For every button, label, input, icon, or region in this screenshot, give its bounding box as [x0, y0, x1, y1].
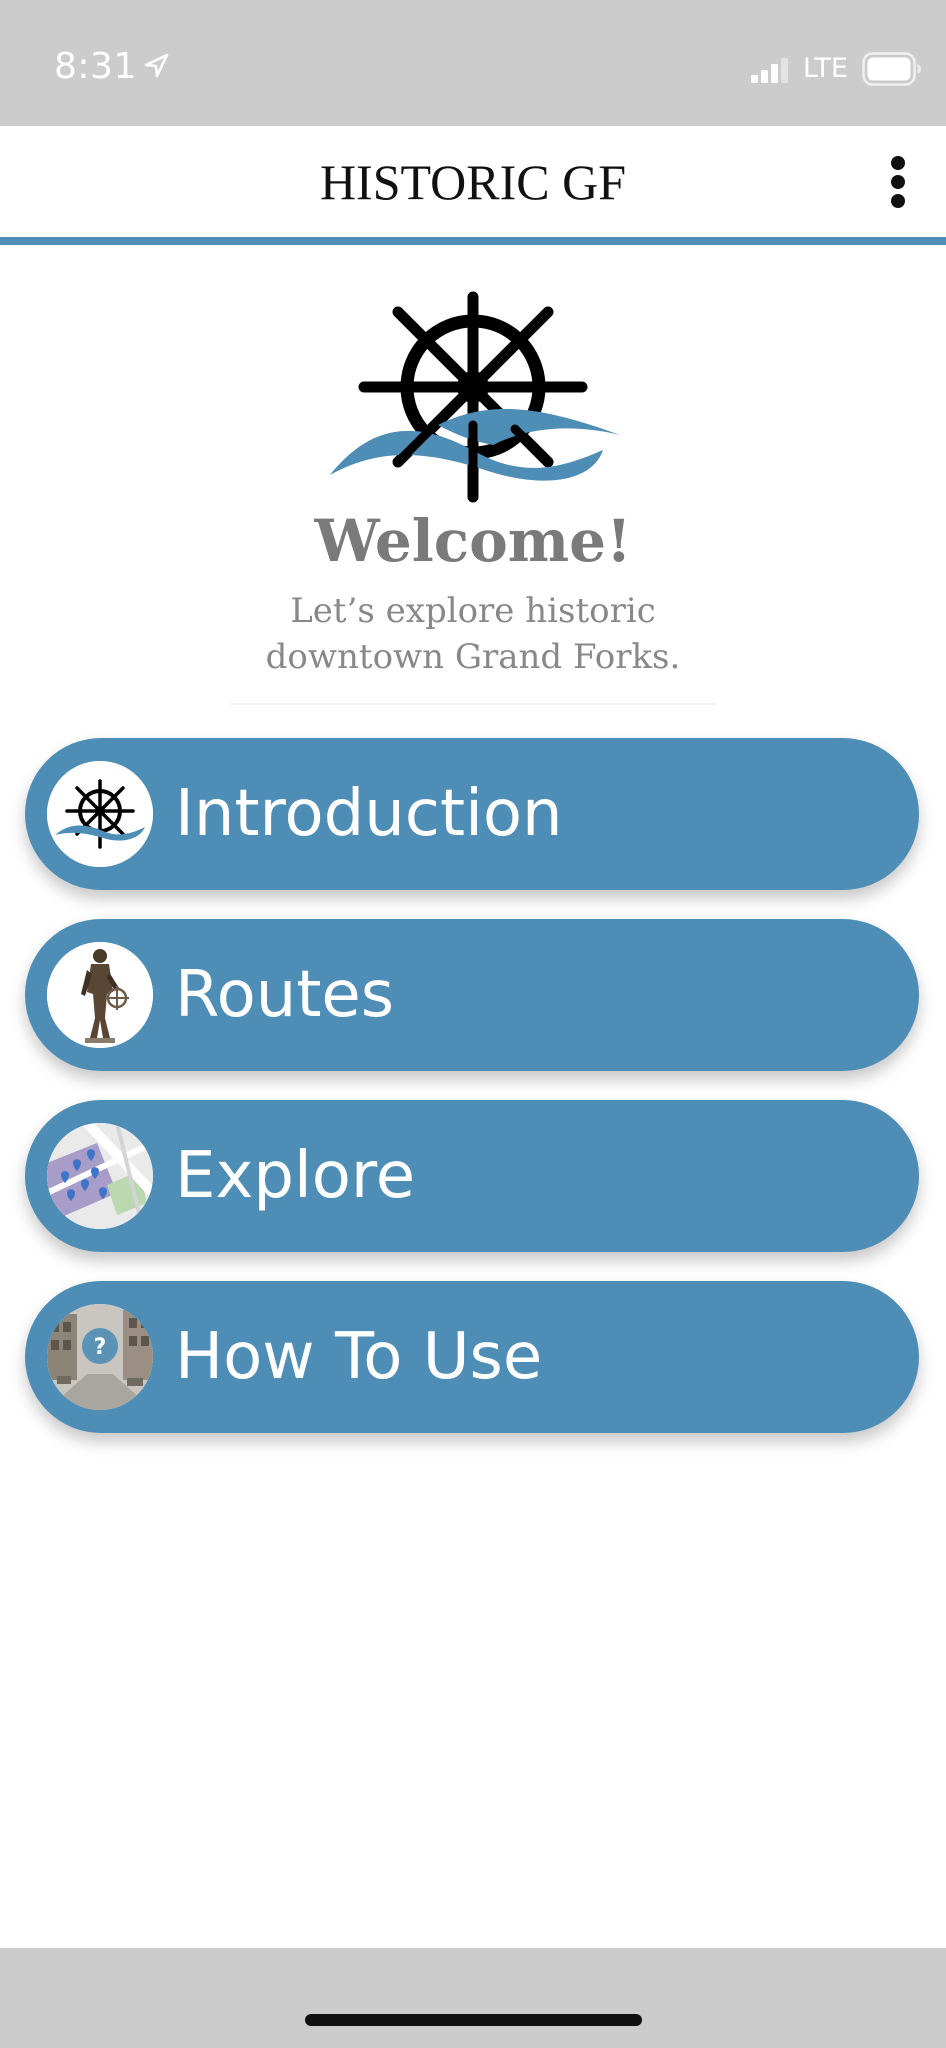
svg-text:?: ?: [94, 1335, 107, 1360]
ship-wheel-icon: [47, 761, 153, 867]
how-to-use-label: How To Use: [175, 1320, 543, 1394]
tagline-line-1: Let’s explore historic: [290, 591, 656, 631]
status-time: 8:31: [54, 46, 137, 87]
statue-photo-icon: [47, 942, 153, 1048]
introduction-label: Introduction: [175, 777, 563, 851]
tagline-line-2: downtown Grand Forks.: [265, 637, 681, 677]
how-to-use-button[interactable]: ? How To Use: [25, 1281, 919, 1433]
introduction-button[interactable]: Introduction: [25, 738, 919, 890]
signal-strength-icon: [751, 58, 788, 83]
home-indicator[interactable]: [305, 2014, 642, 2026]
battery-icon: [862, 52, 921, 86]
map-thumbnail-icon: [47, 1123, 153, 1229]
app-header: HISTORIC GF: [0, 126, 946, 238]
welcome-tagline: Let’s explore historic downtown Grand Fo…: [0, 588, 946, 680]
explore-button[interactable]: Explore: [25, 1100, 919, 1252]
network-type: LTE: [803, 53, 848, 84]
more-vertical-icon[interactable]: [880, 154, 916, 210]
ship-wheel-logo-icon: [330, 291, 620, 503]
location-arrow-icon: [144, 53, 169, 78]
main-menu: Introduction Routes Explore ? How To Use: [25, 738, 921, 1462]
help-street-photo-icon: ?: [47, 1304, 153, 1410]
welcome-heading: Welcome!: [314, 507, 632, 575]
status-bar: 8:31 LTE: [0, 0, 946, 126]
app-title: HISTORIC GF: [319, 154, 627, 210]
header-divider: [0, 237, 946, 245]
hero-banner: Welcome! Let’s explore historic downtown…: [0, 245, 946, 715]
hero-divider: [230, 703, 716, 705]
explore-label: Explore: [175, 1139, 416, 1213]
bottom-bar: [0, 1948, 946, 2048]
routes-label: Routes: [175, 958, 395, 1032]
routes-button[interactable]: Routes: [25, 919, 919, 1071]
